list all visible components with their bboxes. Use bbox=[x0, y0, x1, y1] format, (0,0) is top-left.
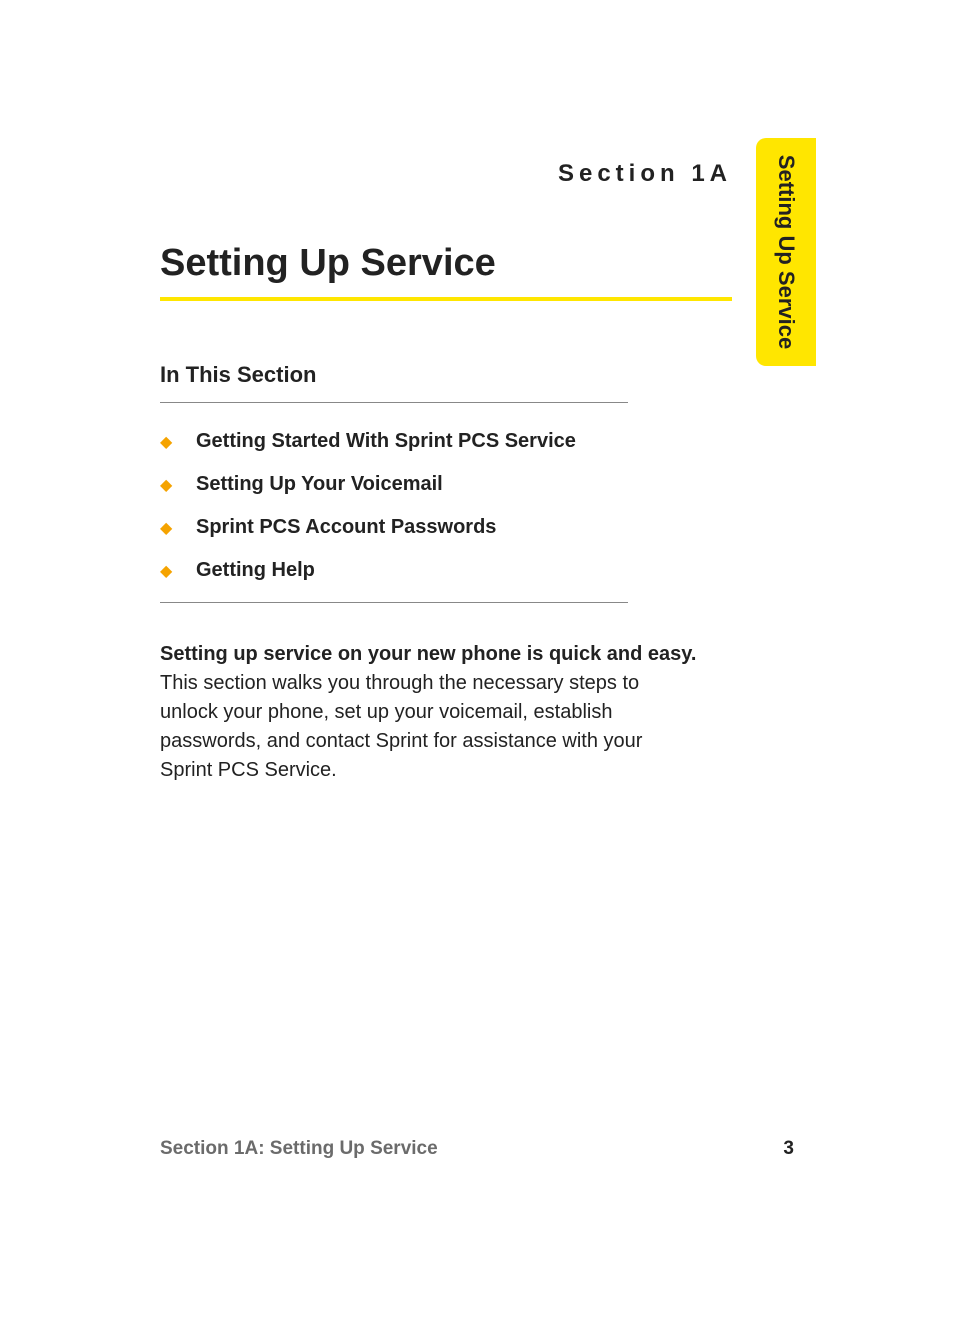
bullet-icon: ◆ bbox=[160, 475, 196, 495]
bullet-icon: ◆ bbox=[160, 432, 196, 452]
toc-text: Getting Help bbox=[196, 559, 315, 582]
page-number: 3 bbox=[783, 1138, 794, 1160]
section-label: Section 1A bbox=[558, 160, 732, 188]
body-paragraph: Setting up service on your new phone is … bbox=[160, 640, 700, 785]
document-page: Section 1A Setting Up Service Setting Up… bbox=[0, 0, 954, 1336]
toc-item: ◆ Setting Up Your Voicemail bbox=[160, 463, 700, 506]
toc-item: ◆ Sprint PCS Account Passwords bbox=[160, 506, 700, 549]
toc-list: ◆ Getting Started With Sprint PCS Servic… bbox=[160, 420, 700, 592]
bullet-icon: ◆ bbox=[160, 518, 196, 538]
subheading-in-this-section: In This Section bbox=[160, 362, 316, 388]
toc-item: ◆ Getting Started With Sprint PCS Servic… bbox=[160, 420, 700, 463]
page-title: Setting Up Service bbox=[160, 242, 496, 285]
body-rest: This section walks you through the neces… bbox=[160, 672, 642, 781]
side-tab: Setting Up Service bbox=[756, 138, 816, 366]
divider-bottom bbox=[160, 602, 628, 603]
page-footer: Section 1A: Setting Up Service 3 bbox=[160, 1138, 794, 1160]
side-tab-label: Setting Up Service bbox=[773, 155, 799, 349]
bullet-icon: ◆ bbox=[160, 561, 196, 581]
footer-section-label: Section 1A: Setting Up Service bbox=[160, 1138, 438, 1160]
toc-item: ◆ Getting Help bbox=[160, 549, 700, 592]
title-underline bbox=[160, 297, 732, 301]
toc-text: Sprint PCS Account Passwords bbox=[196, 516, 496, 539]
toc-text: Setting Up Your Voicemail bbox=[196, 473, 443, 496]
body-lead: Setting up service on your new phone is … bbox=[160, 643, 696, 665]
divider-top bbox=[160, 402, 628, 403]
toc-text: Getting Started With Sprint PCS Service bbox=[196, 430, 576, 453]
